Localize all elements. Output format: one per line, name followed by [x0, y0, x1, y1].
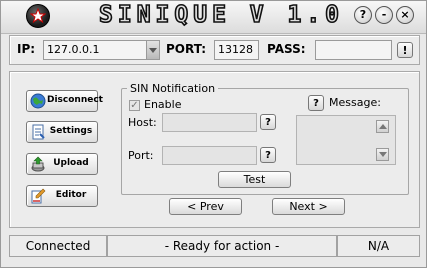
message-help-button[interactable]: ? — [308, 95, 324, 111]
close-button[interactable]: × — [396, 6, 414, 24]
enable-checkbox[interactable]: ✓ — [129, 100, 140, 111]
status-message: - Ready for action - — [107, 235, 337, 257]
editor-icon — [31, 188, 46, 204]
port-label-sin: Port: — [128, 149, 154, 162]
upload-icon — [31, 156, 45, 172]
test-button[interactable]: Test — [218, 171, 291, 188]
document-icon — [32, 124, 45, 140]
title-bar[interactable]: SINIQUE V 1.0 ? - × — [1, 1, 426, 34]
ip-combobox[interactable]: 127.0.0.1 — [43, 40, 160, 60]
minimize-button[interactable]: - — [375, 6, 393, 24]
status-connection: Connected — [9, 235, 107, 257]
app-logo-icon — [26, 4, 50, 28]
upload-label: Upload — [53, 158, 89, 168]
port-input[interactable]: 13128 — [214, 40, 259, 60]
message-label: Message: — [329, 96, 381, 109]
port-label: PORT: — [166, 42, 207, 56]
port-help-button[interactable]: ? — [260, 147, 276, 163]
settings-label: Settings — [49, 126, 93, 136]
scroll-up-arrow-icon[interactable] — [376, 120, 389, 133]
editor-label: Editor — [55, 190, 87, 200]
disconnect-button[interactable]: Disconnect — [26, 90, 103, 112]
pass-info-button[interactable]: ! — [397, 42, 413, 58]
app-title: SINIQUE V 1.0 — [98, 1, 345, 29]
host-input[interactable] — [162, 113, 257, 132]
scroll-down-arrow-icon[interactable] — [376, 148, 389, 161]
connection-panel: IP: 127.0.0.1 PORT: 13128 PASS: ! — [9, 35, 420, 65]
editor-button[interactable]: Editor — [26, 185, 98, 207]
sin-port-input[interactable] — [162, 146, 257, 165]
main-panel: Disconnect Settings Upload Editor SIN No… — [9, 71, 420, 228]
sin-notification-legend: SIN Notification — [127, 82, 219, 95]
globe-icon — [30, 93, 46, 109]
host-help-button[interactable]: ? — [260, 114, 276, 130]
settings-button[interactable]: Settings — [26, 121, 98, 143]
app-window: SINIQUE V 1.0 ? - × IP: 127.0.0.1 PORT: … — [0, 0, 427, 268]
chevron-down-icon[interactable] — [146, 41, 159, 59]
ip-value: 127.0.0.1 — [47, 43, 100, 56]
ip-label: IP: — [17, 42, 36, 56]
prev-button[interactable]: < Prev — [169, 198, 242, 215]
enable-label: Enable — [144, 98, 182, 111]
pass-input[interactable] — [315, 40, 392, 60]
next-button[interactable]: Next > — [272, 198, 345, 215]
status-extra: N/A — [337, 235, 420, 257]
help-button[interactable]: ? — [354, 6, 372, 24]
host-label: Host: — [128, 116, 157, 129]
disconnect-label: Disconnect — [47, 95, 103, 105]
pass-label: PASS: — [267, 42, 306, 56]
upload-button[interactable]: Upload — [26, 153, 98, 175]
